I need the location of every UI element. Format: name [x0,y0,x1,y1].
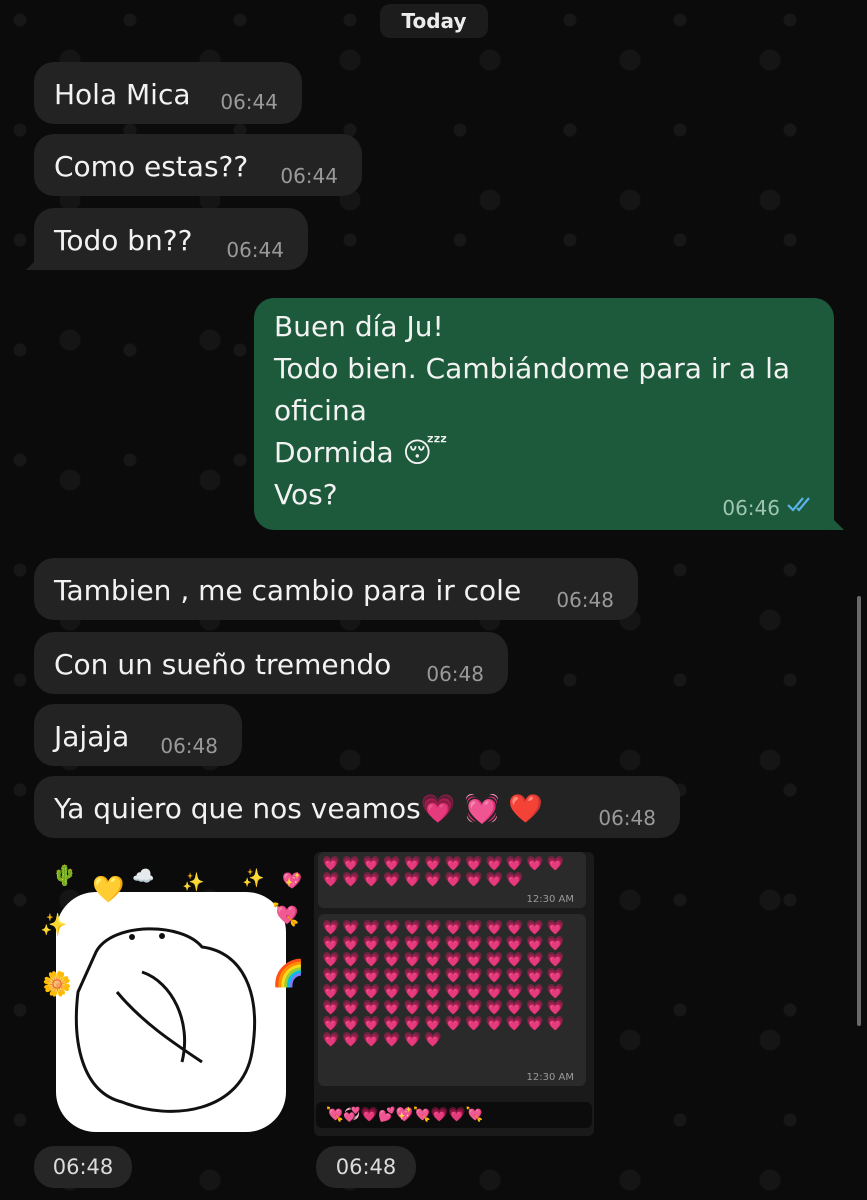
message-time: 06:44 [280,164,338,188]
media-time: 06:48 [316,1146,416,1188]
sticker-image[interactable]: 🌵 💛 ☁️ ✨ ✨ 💖 💘 ✨ 🌼 🌈 [32,852,308,1138]
svg-text:💛: 💛 [92,875,125,905]
scrollbar[interactable] [857,596,861,1026]
message-bubble[interactable]: Todo bn?? 06:44 [26,208,308,270]
message-text: Todo bn?? [54,224,193,257]
svg-text:☁️: ☁️ [132,866,154,887]
screenshot-message: 💗💗💗💗💗💗💗💗💗💗💗💗💗💗💗💗💗💗💗💗💗💗💗💗💗💗💗💗💗💗💗💗💗💗💗💗💗💗💗💗… [318,914,586,1086]
screenshot-image[interactable]: 💗💗💗💗💗💗💗💗💗💗💗💗💗💗💗💗💗💗💗💗💗💗 12:30 AM 💗💗💗💗💗💗💗💗… [314,852,594,1136]
message-bubble[interactable]: Como estas?? 06:44 [34,134,362,196]
message-time: 06:48 [426,662,484,686]
message-text: Buen día Ju! Todo bien. Cambiándome para… [274,310,791,511]
message-bubble[interactable]: Tambien , me cambio para ir cole 06:48 [34,558,638,620]
message-bubble[interactable]: Con un sueño tremendo 06:48 [34,632,508,694]
message-bubble[interactable]: Jajaja 06:48 [34,704,242,766]
screenshot-time: 12:30 AM [526,894,574,905]
media-time: 06:48 [34,1146,132,1188]
hearts-pattern: 💗💗💗💗💗💗💗💗💗💗💗💗💗💗💗💗💗💗💗💗💗💗💗💗💗💗💗💗💗💗💗💗💗💗💗💗💗💗💗💗… [322,920,568,1048]
bubble-tail [26,256,40,270]
message-text: Hola Mica [54,78,191,111]
message-text: Ya quiero que nos veamos💗 💓 ❤️ [54,792,544,825]
svg-text:✨: ✨ [182,872,204,893]
message-time: 06:44 [220,90,278,114]
svg-text:🌈: 🌈 [272,957,304,989]
bubble-tail [830,516,844,530]
message-bubble[interactable]: Ya quiero que nos veamos💗 💓 ❤️ 06:48 [34,776,680,838]
message-text: Jajaja [54,720,130,753]
message-text: Con un sueño tremendo [54,648,392,681]
svg-text:💖: 💖 [282,871,302,890]
message-bubble[interactable]: Hola Mica 06:44 [34,62,302,124]
message-text: Tambien , me cambio para ir cole [54,574,522,607]
message-time: 06:46 [722,496,780,520]
message-time: 06:48 [556,588,614,612]
svg-text:✨: ✨ [40,912,67,938]
screenshot-input-bar: 💘💞💗💕💖💘💗💗💘 [316,1102,592,1128]
svg-text:✨: ✨ [242,868,264,889]
date-chip: Today [380,4,488,38]
hearts-pattern: 💗💗💗💗💗💗💗💗💗💗💗💗💗💗💗💗💗💗💗💗💗💗 [322,856,568,888]
svg-text:💘: 💘 [272,902,299,928]
svg-text:🌵: 🌵 [52,863,77,887]
message-time: 06:44 [226,238,284,262]
double-check-icon [786,487,816,520]
message-time: 06:48 [598,806,656,830]
screenshot-time: 12:30 AM [526,1072,574,1083]
screenshot-message: 💗💗💗💗💗💗💗💗💗💗💗💗💗💗💗💗💗💗💗💗💗💗 12:30 AM [318,852,586,908]
message-time: 06:48 [160,734,218,758]
message-text: Como estas?? [54,150,249,183]
svg-text:🌼: 🌼 [42,970,72,998]
message-bubble-outgoing[interactable]: Buen día Ju! Todo bien. Cambiándome para… [254,298,844,530]
